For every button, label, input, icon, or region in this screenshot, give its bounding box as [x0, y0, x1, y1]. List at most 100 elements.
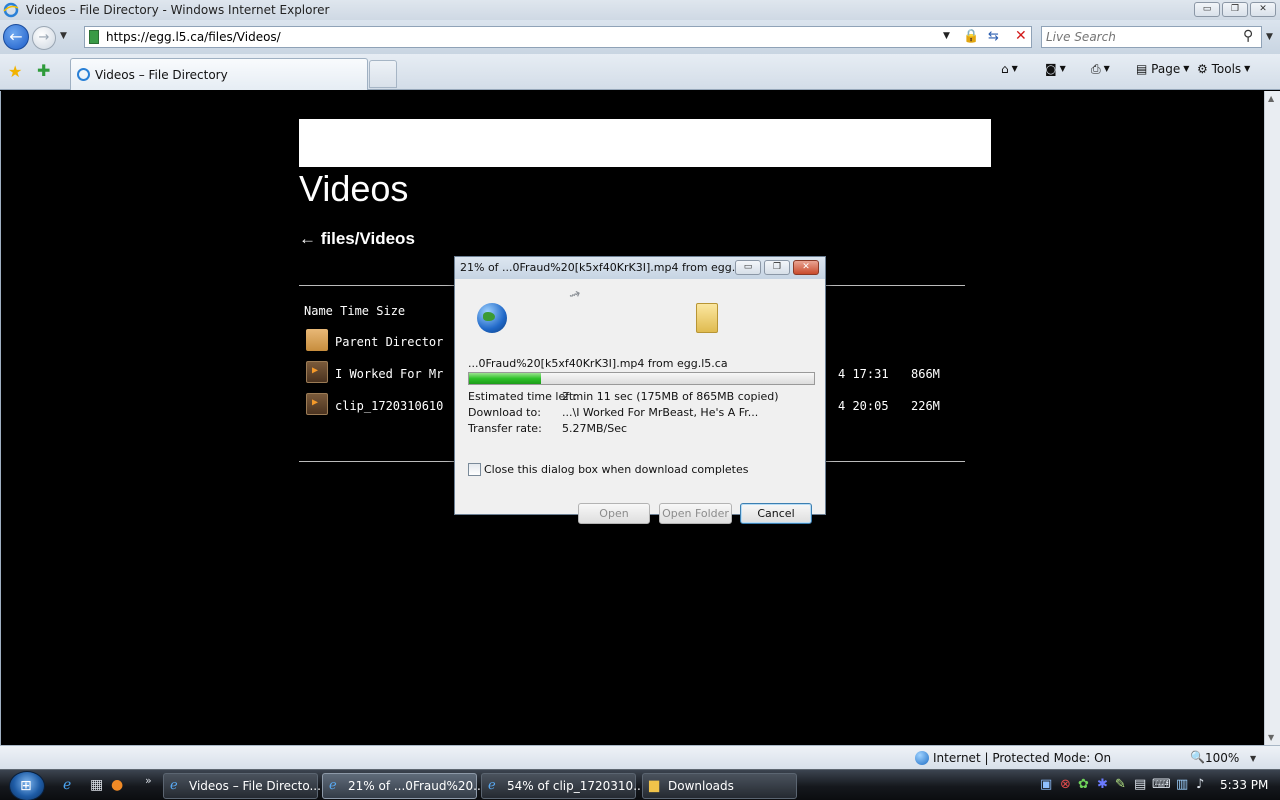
tray-volume-icon[interactable]: ♪: [1196, 777, 1204, 792]
ie-icon: ℯ: [170, 778, 178, 793]
search-icon[interactable]: ⚲: [1243, 28, 1253, 44]
page-icon: [89, 30, 99, 44]
address-dropdown-icon[interactable]: ▼: [943, 31, 950, 41]
home-icon: ⌂: [1001, 62, 1009, 76]
tools-menu-button[interactable]: ⚙ Tools ▼: [1197, 62, 1250, 76]
close-window-button[interactable]: ✕: [1250, 2, 1276, 17]
list-item-name[interactable]: I Worked For Mr: [335, 367, 443, 381]
taskbar-clock[interactable]: 5:33 PM: [1220, 778, 1268, 792]
estimated-time-label: Estimated time left:: [468, 390, 577, 403]
start-button[interactable]: ⊞: [9, 771, 45, 800]
address-toolbar: ← → ▼ https://egg.l5.ca/files/Videos/ ▼ …: [0, 20, 1280, 54]
home-button[interactable]: ⌂ ▼: [1001, 62, 1018, 76]
recent-pages-dropdown[interactable]: ▼: [60, 31, 67, 41]
tray-network-status-icon[interactable]: ▥: [1176, 777, 1188, 792]
breadcrumb-link[interactable]: ← files/Videos: [299, 229, 415, 249]
dialog-restore-button[interactable]: ❐: [764, 260, 790, 275]
page-menu-label: Page: [1151, 62, 1181, 76]
vertical-scrollbar[interactable]: ▲ ▼: [1264, 91, 1280, 745]
back-button[interactable]: ←: [3, 24, 29, 50]
new-tab-button[interactable]: [369, 60, 397, 88]
tray-display-icon[interactable]: ▤: [1134, 777, 1146, 792]
tray-pen-icon[interactable]: ✎: [1115, 777, 1126, 792]
video-file-icon: [306, 361, 328, 383]
dialog-minimize-button[interactable]: ▭: [735, 260, 761, 275]
taskbar-item-label: 21% of ...0Fraud%20...: [348, 779, 485, 793]
restore-button[interactable]: ❐: [1222, 2, 1248, 17]
security-zone-status[interactable]: Internet | Protected Mode: On: [933, 751, 1111, 765]
quicklaunch-firefox-icon[interactable]: ●: [111, 777, 123, 793]
scroll-down-icon[interactable]: ▼: [1268, 733, 1274, 742]
transfer-rate-value: 5.27MB/Sec: [562, 422, 628, 435]
estimated-time-value: 2 min 11 sec (175MB of 865MB copied): [562, 390, 779, 403]
dialog-titlebar[interactable]: 21% of ...0Fraud%20[k5xf40KrK3I].mp4 fro…: [455, 257, 825, 279]
globe-icon: [477, 303, 507, 333]
zoom-dropdown-icon[interactable]: ▼: [1250, 754, 1256, 763]
taskbar-item-download-54[interactable]: ℯ 54% of clip_1720310...: [481, 773, 645, 799]
printer-icon: ⎙: [1091, 62, 1101, 76]
search-options-dropdown[interactable]: ▼: [1266, 32, 1273, 42]
search-input[interactable]: [1046, 29, 1236, 45]
tab-bar: ★ ✚ Videos – File Directory ⌂ ▼ ◙ ▼ ⎙ ▼ ▤ P…: [0, 54, 1280, 90]
refresh-icon[interactable]: ⇆: [988, 29, 999, 44]
tray-security-icon[interactable]: ⊗: [1060, 777, 1071, 792]
search-box[interactable]: ⚲: [1041, 26, 1262, 48]
taskbar-item-label: Downloads: [668, 779, 734, 793]
download-to-value: ...\I Worked For MrBeast, He's A Fr...: [562, 406, 759, 419]
stop-icon[interactable]: ✕: [1015, 28, 1027, 44]
lock-icon[interactable]: 🔒: [963, 29, 979, 44]
cancel-button[interactable]: Cancel: [740, 503, 812, 524]
video-file-icon: [306, 393, 328, 415]
scroll-up-icon[interactable]: ▲: [1268, 94, 1274, 103]
tray-network-icon[interactable]: ▣: [1040, 777, 1052, 792]
tab-page-icon: [77, 68, 90, 81]
page-title: Videos: [299, 168, 409, 209]
close-icon: ✕: [1259, 4, 1267, 14]
tray-app-icon[interactable]: ✿: [1078, 777, 1089, 792]
open-folder-button[interactable]: Open Folder: [659, 503, 732, 524]
add-favorite-icon[interactable]: ✚: [37, 61, 50, 80]
print-button[interactable]: ⎙ ▼: [1091, 62, 1110, 77]
zoom-level[interactable]: 100%: [1205, 751, 1239, 765]
open-button[interactable]: Open: [578, 503, 650, 524]
ie-logo-icon: [3, 2, 19, 21]
quicklaunch-ie-icon[interactable]: ℯ: [63, 777, 71, 793]
windows-logo-icon: ⊞: [20, 778, 32, 794]
zoom-icon[interactable]: 🔍: [1190, 750, 1205, 764]
address-url[interactable]: https://egg.l5.ca/files/Videos/: [106, 30, 281, 44]
tab-label: Videos – File Directory: [95, 68, 228, 82]
restore-icon: ❐: [1230, 4, 1240, 14]
arrow-right-icon: →: [38, 30, 50, 45]
minimize-icon: ▭: [743, 262, 753, 272]
minimize-button[interactable]: ▭: [1194, 2, 1220, 17]
close-when-complete-label[interactable]: Close this dialog box when download comp…: [484, 463, 748, 476]
window-titlebar: Videos – File Directory - Windows Intern…: [0, 0, 1280, 20]
tray-keyboard-icon[interactable]: ⌨: [1152, 777, 1171, 792]
tab-videos-file-directory[interactable]: Videos – File Directory: [70, 58, 368, 90]
tray-bluetooth-icon[interactable]: ✱: [1097, 777, 1108, 792]
list-item-time: 4 20:05: [838, 399, 889, 413]
minimize-icon: ▭: [1202, 4, 1212, 14]
close-icon: ✕: [802, 262, 810, 272]
quicklaunch-more-icon[interactable]: »: [145, 774, 152, 787]
page-menu-button[interactable]: ▤ Page ▼: [1136, 62, 1189, 76]
arrow-left-icon: ←: [9, 27, 23, 46]
ie-icon: ℯ: [488, 778, 496, 793]
transfer-arrow-icon: ⇝: [566, 285, 584, 305]
forward-button[interactable]: →: [32, 26, 56, 50]
page-menu-icon: ▤: [1136, 62, 1148, 76]
show-desktop-icon[interactable]: ▦: [90, 777, 103, 793]
windows-taskbar: ⊞ ℯ ▦ ● » ℯ Videos – File Directo... ℯ 2…: [0, 769, 1280, 800]
taskbar-item-download-21[interactable]: ℯ 21% of ...0Fraud%20...: [322, 773, 485, 799]
restore-icon: ❐: [772, 262, 782, 272]
favorites-star-icon[interactable]: ★: [8, 62, 22, 81]
download-filename: ...0Fraud%20[k5xf40KrK3I].mp4 from egg.l…: [468, 357, 728, 370]
dialog-close-button[interactable]: ✕: [793, 260, 819, 275]
address-bar[interactable]: https://egg.l5.ca/files/Videos/ ▼ 🔒 ⇆ ✕: [84, 26, 1032, 48]
taskbar-item-ie-videos[interactable]: ℯ Videos – File Directo...: [163, 773, 321, 799]
list-item-name[interactable]: Parent Director: [335, 335, 443, 349]
feeds-button[interactable]: ◙ ▼: [1045, 62, 1066, 76]
close-when-complete-checkbox[interactable]: [468, 463, 481, 476]
list-item-name[interactable]: clip_1720310610: [335, 399, 443, 413]
taskbar-item-downloads-folder[interactable]: ▆ Downloads: [642, 773, 797, 799]
